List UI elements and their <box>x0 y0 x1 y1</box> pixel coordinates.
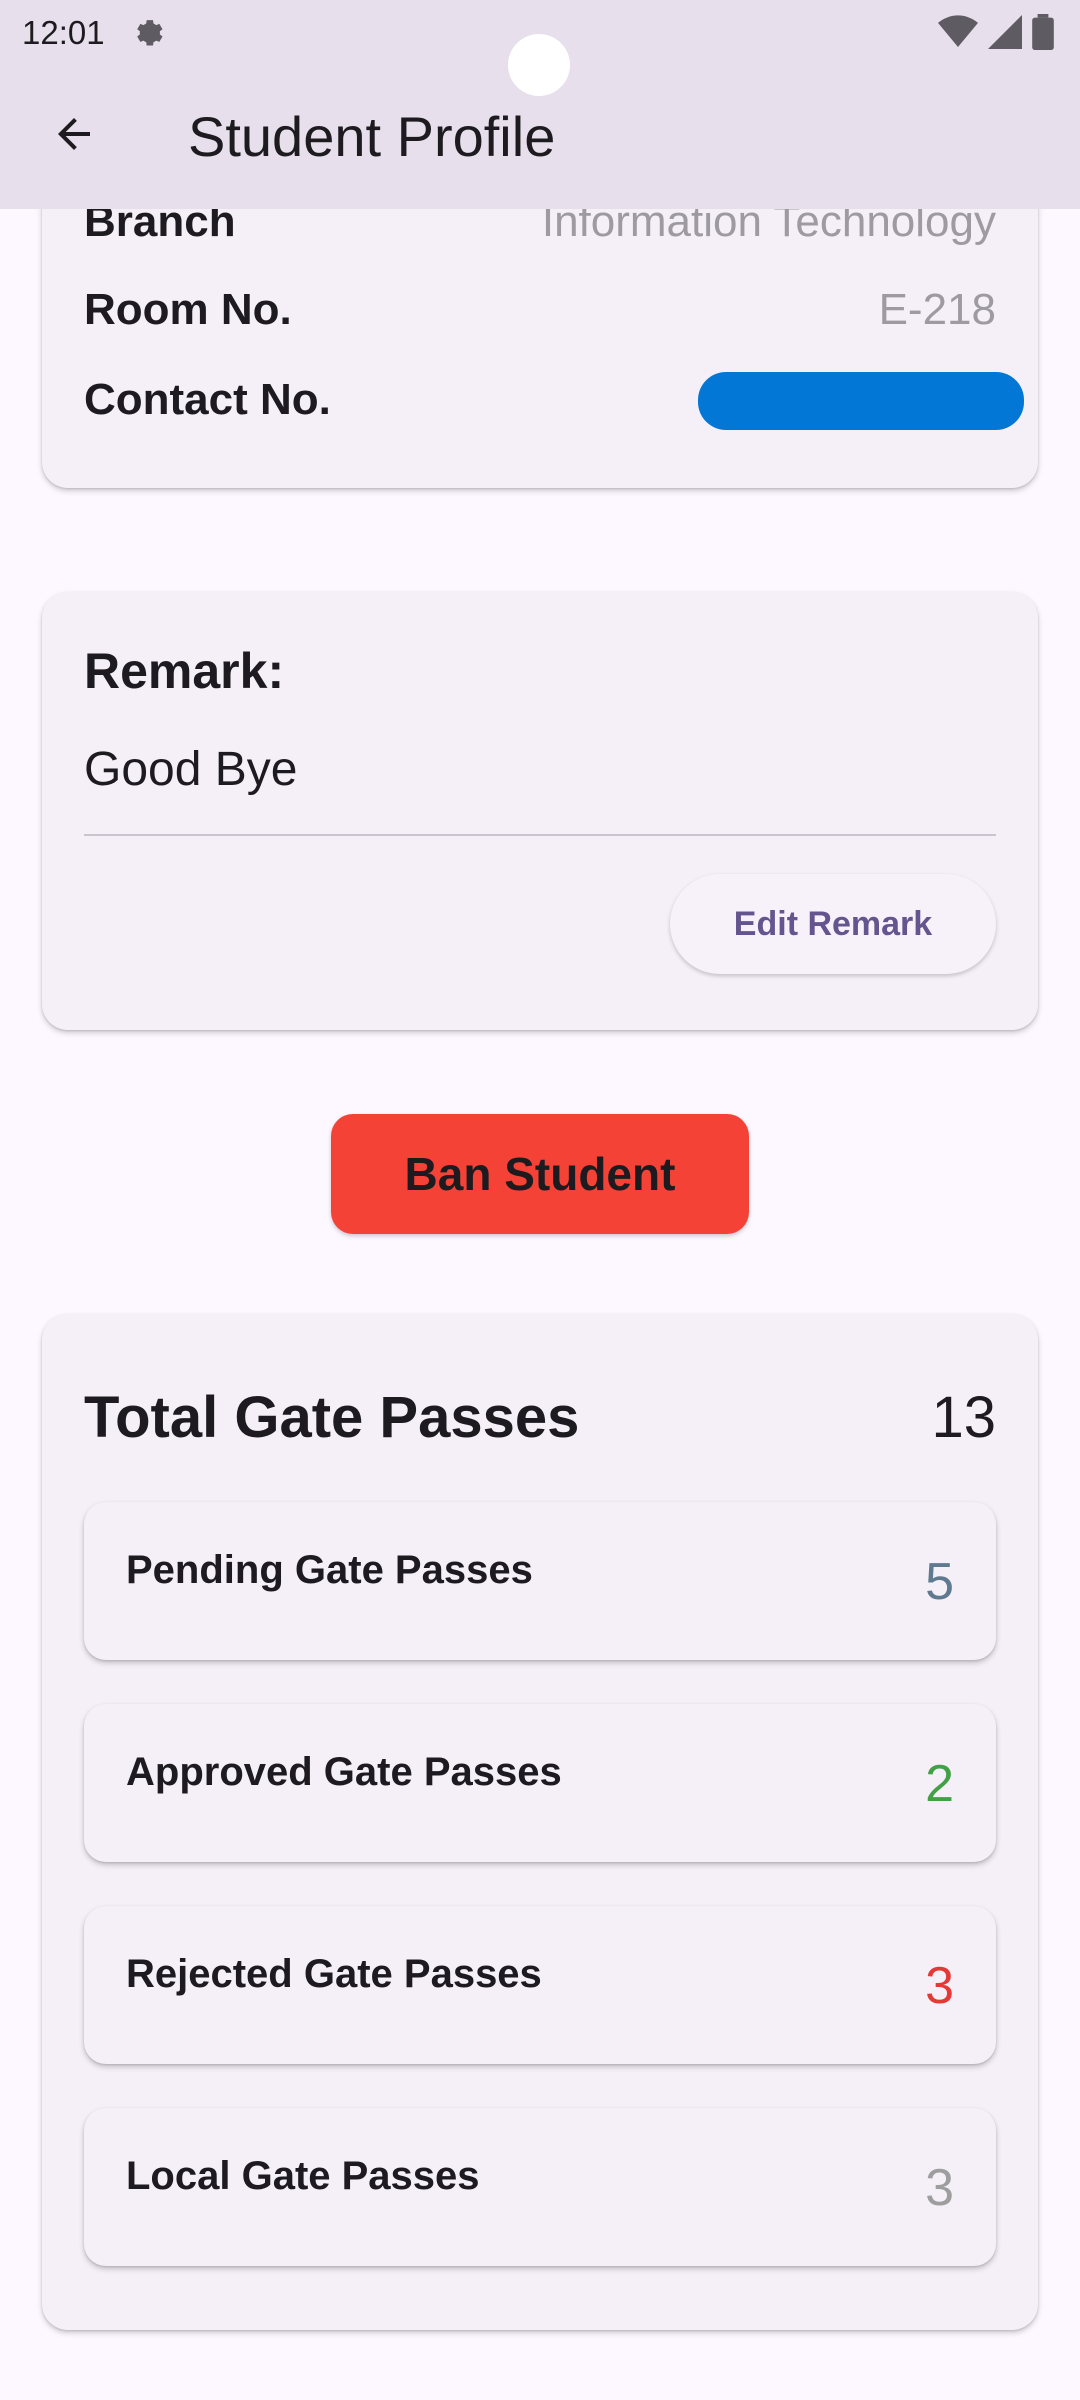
cellular-signal-icon <box>988 15 1022 49</box>
status-bar: 12:01 <box>0 0 1080 96</box>
remark-title: Remark: <box>84 643 285 699</box>
pass-label: Pending Gate Passes <box>126 1548 533 1592</box>
edit-remark-button[interactable]: Edit Remark <box>670 874 996 974</box>
approved-gate-passes-item[interactable]: Approved Gate Passes 2 <box>84 1704 996 1862</box>
total-gate-passes-label: Total Gate Passes <box>84 1385 580 1450</box>
contact-label: Contact No. <box>84 375 331 424</box>
local-gate-passes-item[interactable]: Local Gate Passes 3 <box>84 2108 996 2266</box>
page-title: Student Profile <box>188 105 556 168</box>
back-arrow-icon <box>58 118 90 150</box>
pending-gate-passes-item[interactable]: Pending Gate Passes 5 <box>84 1502 996 1660</box>
gate-passes-card: Total Gate Passes 13 Pending Gate Passes… <box>42 1314 1038 2330</box>
camera-cutout <box>508 34 570 96</box>
status-time: 12:01 <box>22 14 105 51</box>
pass-count: 3 <box>925 1957 954 2015</box>
remark-card: Remark: Good Bye Edit Remark <box>42 592 1038 1030</box>
ban-student-button[interactable]: Ban Student <box>331 1114 749 1234</box>
total-gate-passes-count: 13 <box>931 1385 996 1450</box>
remark-divider <box>84 834 996 836</box>
back-button[interactable] <box>28 88 120 180</box>
room-label: Room No. <box>84 285 292 334</box>
status-icons <box>938 14 1054 50</box>
rejected-gate-passes-item[interactable]: Rejected Gate Passes 3 <box>84 1906 996 2064</box>
pass-count: 5 <box>925 1553 954 1611</box>
remark-text: Good Bye <box>84 743 298 796</box>
room-value: E-218 <box>878 285 996 334</box>
pass-count: 2 <box>925 1755 954 1813</box>
contact-row: Contact No. <box>84 368 1024 432</box>
pass-label: Rejected Gate Passes <box>126 1952 542 1996</box>
contact-redaction <box>698 372 1024 430</box>
pass-label: Local Gate Passes <box>126 2154 480 2198</box>
battery-icon <box>1032 14 1054 50</box>
settings-gear-icon <box>137 20 163 46</box>
pass-label: Approved Gate Passes <box>126 1750 562 1794</box>
pass-count: 3 <box>925 2159 954 2217</box>
wifi-icon <box>938 15 978 48</box>
room-row: Room No. E-218 <box>84 278 996 342</box>
